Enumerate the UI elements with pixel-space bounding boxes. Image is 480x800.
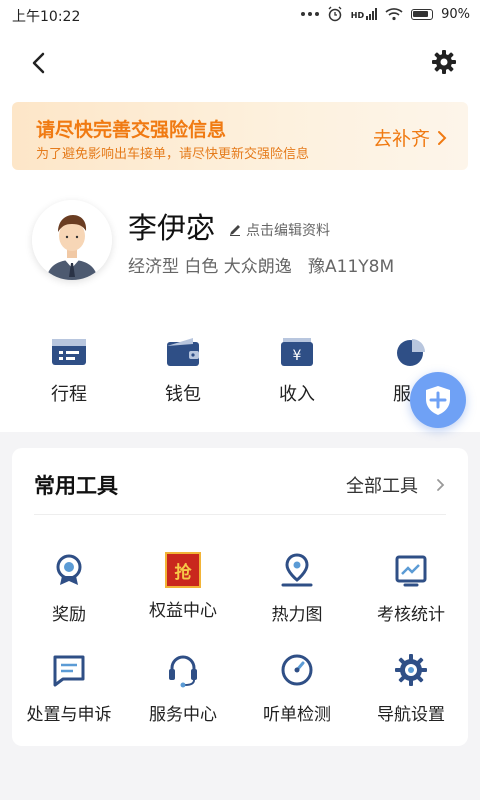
quick-item-itinerary[interactable]: 行程 bbox=[14, 334, 124, 406]
tool-service-center[interactable]: 服务中心 bbox=[126, 652, 240, 725]
quick-label: 钱包 bbox=[165, 384, 201, 405]
tool-appeal[interactable]: 处置与申诉 bbox=[12, 652, 126, 725]
tool-order-detection[interactable]: 听单检测 bbox=[240, 652, 354, 725]
heatmap-pin-icon bbox=[281, 553, 313, 587]
quick-label: 行程 bbox=[51, 384, 87, 405]
insurance-banner[interactable]: 请尽快完善交强险信息 为了避免影响出车接单，请尽快更新交强险信息 去补齐 bbox=[12, 102, 468, 170]
headset-icon bbox=[169, 655, 197, 688]
banner-action-label: 去补齐 bbox=[372, 128, 430, 150]
back-arrow-icon[interactable] bbox=[24, 48, 54, 78]
tool-label: 导航设置 bbox=[377, 705, 445, 725]
battery-icon bbox=[411, 8, 434, 20]
edit-profile-link[interactable]: 点击编辑资料 bbox=[228, 220, 330, 240]
quick-actions: 行程 钱包 ¥ 收入 服务 bbox=[0, 334, 480, 414]
appeal-message-icon bbox=[53, 655, 85, 687]
signal-label: HD bbox=[350, 11, 365, 20]
gauge-icon bbox=[281, 654, 313, 686]
safety-shield-button[interactable] bbox=[410, 372, 466, 428]
award-icon bbox=[56, 554, 82, 585]
tool-label: 考核统计 bbox=[377, 605, 445, 625]
wifi-icon bbox=[385, 8, 403, 21]
driver-name: 李伊宓 bbox=[128, 211, 216, 245]
chevron-right-icon bbox=[437, 479, 445, 491]
car-info: 经济型 白色 大众朗逸 豫A11Y8M bbox=[128, 257, 395, 277]
all-tools-label: 全部工具 bbox=[346, 476, 418, 497]
tool-assessment-stats[interactable]: 考核统计 bbox=[354, 552, 468, 625]
svg-text:¥: ¥ bbox=[293, 348, 302, 364]
itinerary-icon bbox=[52, 339, 86, 365]
tools-title: 常用工具 bbox=[34, 474, 118, 498]
chevron-right-icon bbox=[438, 130, 447, 145]
tool-label: 处置与申诉 bbox=[26, 705, 112, 725]
income-icon: ¥ bbox=[281, 338, 313, 366]
banner-title: 请尽快完善交强险信息 bbox=[36, 119, 227, 141]
tool-heatmap[interactable]: 热力图 bbox=[240, 552, 354, 625]
wallet-icon bbox=[167, 338, 199, 366]
settings-gear-icon[interactable] bbox=[430, 48, 458, 76]
divider bbox=[34, 514, 446, 515]
tool-label: 听单检测 bbox=[263, 705, 331, 725]
battery-level: 90% bbox=[441, 6, 470, 22]
tool-label: 服务中心 bbox=[149, 705, 217, 725]
edit-profile-label: 点击编辑资料 bbox=[246, 223, 330, 239]
avatar[interactable] bbox=[32, 200, 112, 280]
all-tools-link[interactable]: 全部工具 bbox=[346, 472, 446, 498]
status-time: 上午10:22 bbox=[12, 9, 81, 25]
service-chart-icon bbox=[397, 339, 425, 366]
quick-item-wallet[interactable]: 钱包 bbox=[128, 334, 238, 406]
shield-plus-icon bbox=[426, 386, 450, 415]
header-area: 上午10:22 HD 90% 请尽快完善交强险信息 为了避免影响出车接单，请尽快… bbox=[0, 0, 480, 432]
nav-gear-icon bbox=[395, 654, 427, 686]
tool-award[interactable]: 奖励 bbox=[12, 552, 126, 625]
banner-subtitle: 为了避免影响出车接单，请尽快更新交强险信息 bbox=[36, 147, 310, 162]
driver-avatar-icon bbox=[32, 200, 112, 280]
tool-nav-settings[interactable]: 导航设置 bbox=[354, 652, 468, 725]
tool-label: 奖励 bbox=[52, 605, 86, 625]
quick-item-income[interactable]: ¥ 收入 bbox=[242, 334, 352, 406]
banner-action-button[interactable]: 去补齐 bbox=[373, 124, 448, 151]
tool-label: 权益中心 bbox=[149, 601, 217, 621]
tools-card: 常用工具 全部工具 奖励 抢 权益中心 热力图 考核统计 处置与申诉 服务中心 … bbox=[12, 448, 468, 746]
rights-badge-icon: 抢 bbox=[165, 552, 201, 588]
stats-board-icon bbox=[395, 555, 427, 587]
tool-rights-center[interactable]: 抢 权益中心 bbox=[126, 552, 240, 621]
cell-signal-icon: HD bbox=[350, 8, 378, 20]
more-dots-icon bbox=[300, 12, 319, 16]
status-bar: 上午10:22 HD 90% bbox=[0, 0, 480, 32]
tool-label: 热力图 bbox=[271, 605, 323, 625]
pencil-icon bbox=[230, 225, 240, 236]
rights-badge-text: 抢 bbox=[174, 562, 192, 583]
alarm-icon bbox=[328, 6, 342, 22]
quick-label: 收入 bbox=[279, 384, 315, 405]
